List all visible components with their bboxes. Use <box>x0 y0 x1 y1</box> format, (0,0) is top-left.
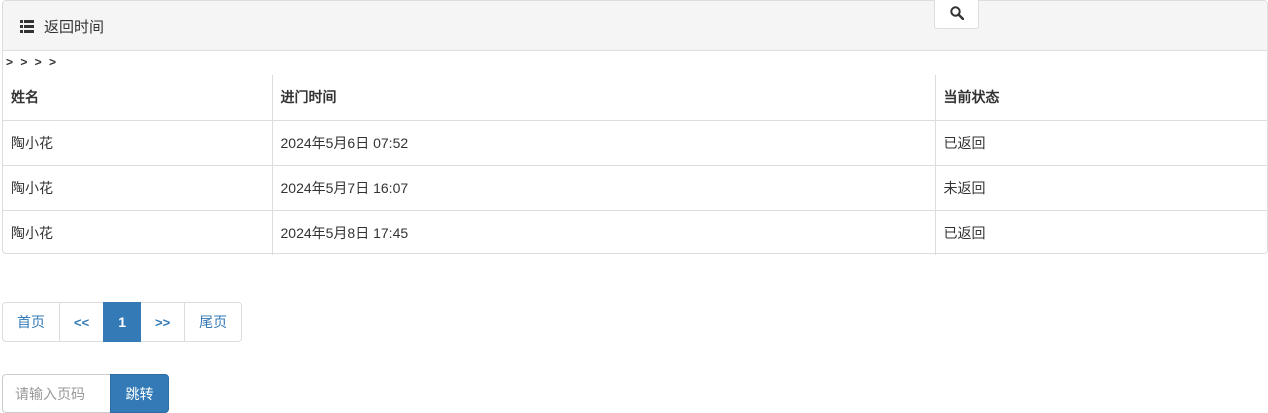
cell-status: 已返回 <box>934 209 1267 255</box>
table-row: 陶小花 2024年5月8日 17:45 已返回 <box>3 209 1267 255</box>
column-header-name: 姓名 <box>3 75 272 121</box>
cell-entry-time: 2024年5月7日 16:07 <box>271 164 935 210</box>
cell-status: 已返回 <box>934 119 1267 165</box>
column-header-entry-time: 进门时间 <box>271 75 935 121</box>
table-header-row: 姓名 进门时间 当前状态 <box>3 75 1267 121</box>
panel-heading: 返回时间 <box>3 0 1267 51</box>
pagination: 首页 << 1 >> 尾页 <box>2 302 243 342</box>
cell-entry-time: 2024年5月8日 17:45 <box>271 209 935 255</box>
table-row: 陶小花 2024年5月6日 07:52 已返回 <box>3 119 1267 165</box>
return-time-panel: 返回时间 > > > > 姓名 进门时间 当前状态 陶小花 2024年5月6日 <box>2 0 1268 255</box>
return-time-table: 姓名 进门时间 当前状态 陶小花 2024年5月6日 07:52 已返回 陶小花… <box>3 75 1267 255</box>
next-page-button[interactable]: >> <box>139 302 186 342</box>
page-jump: 跳转 <box>2 374 169 413</box>
list-icon <box>20 20 34 33</box>
search-icon <box>949 5 964 23</box>
table-row: 陶小花 2024年5月7日 16:07 未返回 <box>3 164 1267 210</box>
last-page-button[interactable]: 尾页 <box>184 302 243 342</box>
prev-page-button[interactable]: << <box>59 302 105 342</box>
panel-title-text: 返回时间 <box>44 19 105 36</box>
jump-button[interactable]: 跳转 <box>110 374 169 413</box>
panel-title: 返回时间 <box>20 16 104 37</box>
cell-status: 未返回 <box>934 164 1267 210</box>
cell-entry-time: 2024年5月6日 07:52 <box>271 119 935 165</box>
current-page-button[interactable]: 1 <box>103 302 141 342</box>
first-page-button[interactable]: 首页 <box>2 302 60 342</box>
column-header-status: 当前状态 <box>934 75 1267 121</box>
cell-name: 陶小花 <box>3 119 272 165</box>
search-button[interactable] <box>934 0 979 29</box>
cell-name: 陶小花 <box>3 164 272 210</box>
breadcrumb: > > > > <box>6 55 59 69</box>
page-number-input[interactable] <box>2 374 110 413</box>
cell-name: 陶小花 <box>3 209 272 255</box>
